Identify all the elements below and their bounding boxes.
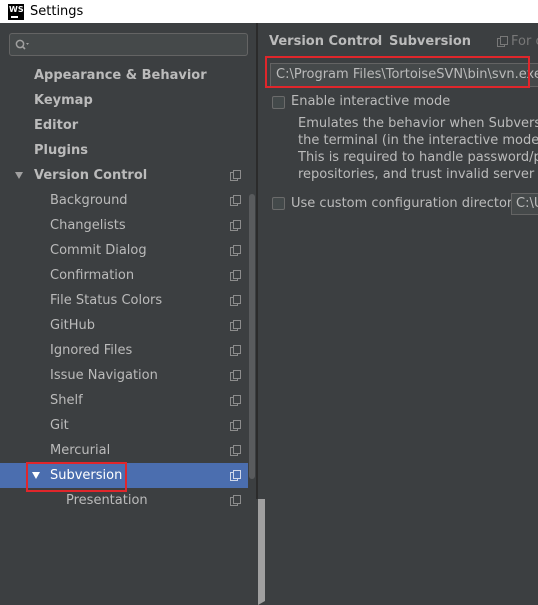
- project-level-icon: [230, 270, 241, 281]
- search-icon: [15, 39, 29, 50]
- tree-item-git[interactable]: Git: [0, 413, 256, 438]
- description-line-2: the terminal (in the interactive mode).: [298, 133, 538, 148]
- expanded-arrow-icon[interactable]: [15, 172, 23, 179]
- tree-item-label: Commit Dialog: [50, 243, 147, 258]
- custom-config-dir-checkbox[interactable]: [272, 197, 285, 210]
- tree-item-label: Keymap: [34, 93, 93, 108]
- breadcrumb-parent[interactable]: Version Control: [269, 34, 382, 49]
- app-icon-text: WS: [9, 4, 24, 14]
- project-level-icon: [230, 470, 241, 481]
- tree-item-file-status-colors[interactable]: File Status Colors: [0, 288, 256, 313]
- tree-item-keymap[interactable]: Keymap: [0, 88, 256, 113]
- tree-item-label: GitHub: [50, 318, 96, 333]
- interactive-mode-checkbox[interactable]: [272, 96, 285, 109]
- breadcrumb-separator: ›: [375, 34, 381, 49]
- project-level-icon: [230, 245, 241, 256]
- project-level-icon: [230, 295, 241, 306]
- window-title: Settings: [30, 4, 84, 19]
- svn-executable-path-field[interactable]: C:\Program Files\TortoiseSVN\bin\svn.exe: [270, 63, 538, 87]
- tree-item-subversion[interactable]: Subversion: [0, 463, 256, 488]
- project-level-icon: [230, 320, 241, 331]
- custom-config-dir-label[interactable]: Use custom configuration directory:: [291, 196, 523, 211]
- tree-item-label: File Status Colors: [50, 293, 163, 308]
- tree-item-label: Appearance & Behavior: [34, 68, 207, 83]
- tree-item-mercurial[interactable]: Mercurial: [0, 438, 256, 463]
- description-line-4: repositories, and trust invalid server c…: [298, 167, 538, 182]
- subversion-settings-panel: Version Control › Subversion For c C:\Pr…: [258, 23, 538, 499]
- description-line-3: This is required to handle password/pass: [298, 150, 538, 165]
- search-input[interactable]: [9, 33, 248, 56]
- tree-item-commit-dialog[interactable]: Commit Dialog: [0, 238, 256, 263]
- webstorm-app-icon: WS: [8, 3, 24, 20]
- tree-item-label: Confirmation: [50, 268, 135, 283]
- tree-item-label: Subversion: [50, 468, 123, 483]
- tree-item-confirmation[interactable]: Confirmation: [0, 263, 256, 288]
- tree-item-label: Ignored Files: [50, 343, 133, 358]
- project-level-icon: [230, 395, 241, 406]
- tree-item-label: Issue Navigation: [50, 368, 158, 383]
- tree-item-label: Plugins: [34, 143, 88, 158]
- project-level-icon: [230, 370, 241, 381]
- project-level-icon: [230, 420, 241, 431]
- tree-item-label: Changelists: [50, 218, 126, 233]
- tree-item-version-control[interactable]: Version Control: [0, 163, 256, 188]
- tree-item-label: Mercurial: [50, 443, 111, 458]
- expanded-arrow-icon[interactable]: [32, 472, 40, 479]
- interactive-mode-label[interactable]: Enable interactive mode: [291, 94, 450, 109]
- settings-tree-panel: Appearance & Behavior Keymap Editor Plugins…: [0, 23, 538, 605]
- tree-item-background[interactable]: Background: [0, 188, 256, 213]
- tree-item-label: Shelf: [50, 393, 83, 408]
- project-level-icon: [230, 495, 241, 506]
- tree-item-github[interactable]: GitHub: [0, 313, 256, 338]
- tree-item-label: Editor: [34, 118, 79, 133]
- description-line-1: Emulates the behavior when Subversion c: [298, 116, 538, 131]
- tree-item-label: Background: [50, 193, 128, 208]
- tree-scrollbar-thumb[interactable]: [249, 194, 255, 479]
- tree-item-label: Git: [50, 418, 69, 433]
- tree-item-plugins[interactable]: Plugins: [0, 138, 256, 163]
- tree-item-label: Presentation: [66, 493, 148, 508]
- project-level-icon: [230, 445, 241, 456]
- tree-item-shelf[interactable]: Shelf: [0, 388, 256, 413]
- project-level-icon: [230, 345, 241, 356]
- tree-item-appearance-behavior[interactable]: Appearance & Behavior: [0, 63, 538, 555]
- project-level-icon: [230, 195, 241, 206]
- project-level-icon: [230, 220, 241, 231]
- tree-scrollbar[interactable]: [248, 23, 256, 499]
- tree-item-ignored-files[interactable]: Ignored Files: [0, 338, 256, 363]
- tree-item-issue-navigation[interactable]: Issue Navigation: [0, 363, 256, 388]
- project-level-icon: [230, 170, 241, 181]
- breadcrumb-current: Subversion: [389, 34, 472, 49]
- project-scope-label: For c: [511, 34, 538, 49]
- config-dir-field[interactable]: C:\U: [511, 193, 538, 215]
- title-bar: WS Settings: [0, 0, 538, 23]
- tree-item-label: Version Control: [34, 168, 148, 183]
- tree-item-editor[interactable]: Editor: [0, 113, 538, 605]
- tree-item-changelists[interactable]: Changelists: [0, 213, 256, 238]
- tree-item-presentation[interactable]: Presentation: [0, 488, 256, 513]
- project-scope-icon: [497, 36, 508, 47]
